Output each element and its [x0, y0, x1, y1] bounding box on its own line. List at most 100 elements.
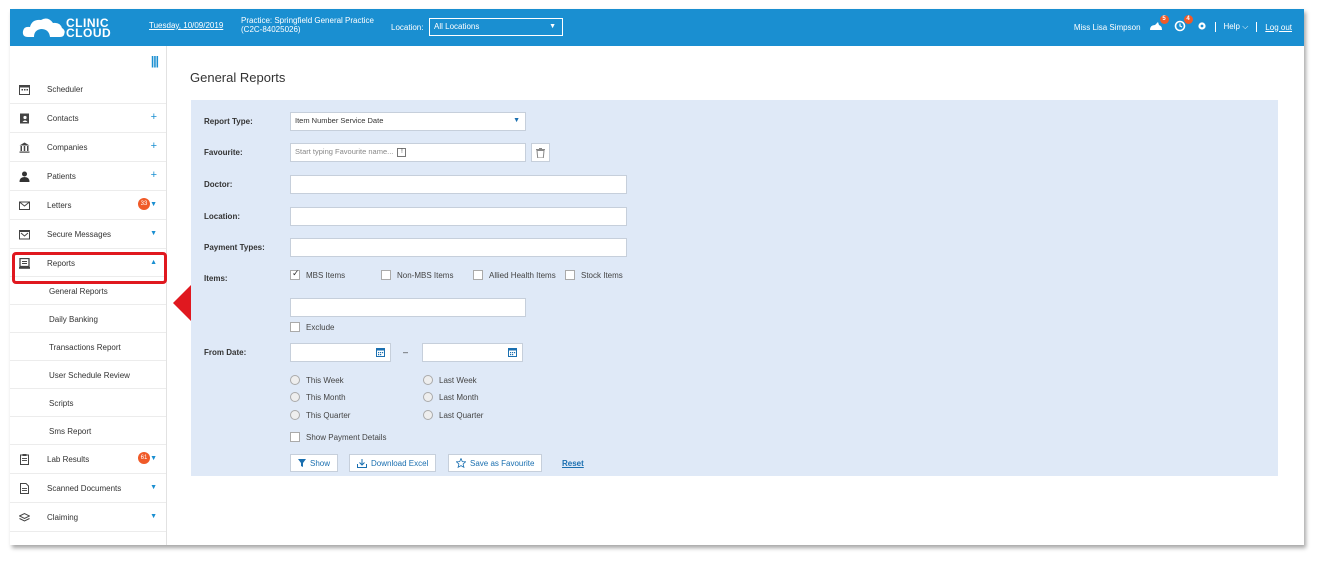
sidebar-item-label: Letters — [47, 201, 72, 210]
mbs-items-checkbox[interactable]: ✓ MBS Items — [290, 268, 346, 280]
doctor-label: Doctor: — [204, 180, 233, 189]
reset-link[interactable]: Reset — [562, 459, 584, 468]
caret-down-icon[interactable]: ▼ — [150, 455, 157, 462]
clipboard-icon — [20, 454, 29, 465]
show-payment-details-checkbox[interactable]: Show Payment Details — [290, 432, 386, 442]
save-as-favourite-button[interactable]: Save as Favourite — [448, 454, 543, 472]
add-company-plus-icon[interactable]: + — [151, 140, 157, 152]
current-date-link[interactable]: Tuesday, 10/09/2019 — [149, 21, 223, 30]
caret-down-icon[interactable]: ▼ — [150, 201, 157, 208]
mbs-items-label: MBS Items — [306, 270, 346, 280]
sidebar-subitem-daily-banking[interactable]: Daily Banking — [10, 305, 166, 333]
logout-link[interactable]: Log out — [1265, 23, 1292, 32]
last-week-label: Last Week — [439, 375, 477, 385]
payment-types-input[interactable] — [290, 238, 627, 257]
location-field-label: Location: — [204, 212, 240, 221]
sidebar-item-label: Patients — [47, 172, 76, 181]
divider — [1214, 22, 1216, 32]
this-week-radio[interactable]: This Week — [290, 375, 344, 385]
non-mbs-items-label: Non-MBS Items — [397, 270, 454, 280]
favourite-label: Favourite: — [204, 148, 243, 157]
sidebar-item-label: Claiming — [47, 513, 79, 522]
calendar-icon[interactable] — [508, 348, 517, 357]
last-month-radio[interactable]: Last Month — [423, 392, 479, 402]
trash-icon — [536, 147, 545, 158]
sidebar-item-label: Scanned Documents — [47, 484, 122, 493]
sidebar-subitem-transactions-report[interactable]: Transactions Report — [10, 333, 166, 361]
sidebar-item-patients[interactable]: Patients + — [10, 162, 166, 191]
report-type-select[interactable]: Item Number Service Date ▼ — [290, 112, 526, 131]
settings-gear-icon[interactable] — [1197, 21, 1207, 33]
favourite-placeholder: Start typing Favourite name... — [295, 147, 394, 156]
last-week-radio[interactable]: Last Week — [423, 375, 477, 385]
last-quarter-radio[interactable]: Last Quarter — [423, 410, 483, 420]
radio-icon — [290, 410, 300, 420]
subitem-label: Scripts — [49, 399, 74, 408]
sidebar-item-lab-results[interactable]: Lab Results 61 ▼ — [10, 445, 166, 474]
show-button-label: Show — [310, 458, 331, 468]
exclude-label: Exclude — [306, 322, 335, 332]
radio-icon — [290, 392, 300, 402]
location-input[interactable] — [290, 207, 627, 226]
report-type-label: Report Type: — [204, 117, 253, 126]
caret-down-icon: ▼ — [513, 117, 520, 124]
download-icon — [357, 458, 367, 468]
delete-favourite-button[interactable] — [531, 143, 550, 162]
sidebar-item-companies[interactable]: Companies + — [10, 133, 166, 162]
this-week-label: This Week — [306, 375, 344, 385]
sidebar-item-letters[interactable]: Letters 33 ▼ — [10, 191, 166, 220]
sidebar-subitem-user-schedule-review[interactable]: User Schedule Review — [10, 361, 166, 389]
notification-badge: 5 — [1159, 15, 1169, 24]
caret-down-icon[interactable]: ▼ — [150, 484, 157, 491]
sidebar-item-scanned-documents[interactable]: Scanned Documents ▼ — [10, 474, 166, 503]
doctor-input[interactable] — [290, 175, 627, 194]
caret-down-icon[interactable]: ▼ — [150, 230, 157, 237]
this-quarter-radio[interactable]: This Quarter — [290, 410, 350, 420]
sidebar-item-secure-messages[interactable]: Secure Messages ▼ — [10, 220, 166, 249]
user-name[interactable]: Miss Lisa Simpson — [1074, 23, 1141, 32]
caret-down-icon[interactable]: ▼ — [150, 513, 157, 520]
collapse-menu-icon[interactable]: ||| — [151, 54, 159, 68]
radio-icon — [423, 410, 433, 420]
practice-name: Practice: Springfield General Practice — [241, 16, 374, 25]
this-month-radio[interactable]: This Month — [290, 392, 346, 402]
add-contact-plus-icon[interactable]: + — [151, 111, 157, 123]
sidebar-subitem-scripts[interactable]: Scripts — [10, 389, 166, 417]
non-mbs-items-checkbox[interactable]: Non-MBS Items — [381, 270, 453, 280]
add-patient-plus-icon[interactable]: + — [151, 169, 157, 181]
calendar-icon[interactable] — [376, 348, 385, 357]
show-button[interactable]: Show — [290, 454, 339, 472]
location-select[interactable]: All Locations ▼ — [429, 18, 563, 36]
item-numbers-input[interactable] — [290, 298, 526, 317]
favourite-search-input[interactable]: Start typing Favourite name... ! — [290, 143, 526, 162]
clinic-cloud-logo[interactable]: CLINIC CLOUD — [22, 15, 130, 41]
items-label: Items: — [204, 274, 228, 283]
secure-envelope-icon — [19, 230, 30, 240]
sidebar-item-claiming[interactable]: Claiming ▼ — [10, 503, 166, 532]
checkbox-icon — [290, 432, 300, 442]
practice-info: Practice: Springfield General Practice (… — [241, 16, 374, 34]
checkbox-icon — [473, 270, 483, 280]
download-excel-button[interactable]: Download Excel — [349, 454, 437, 472]
radio-icon — [290, 375, 300, 385]
from-date-input[interactable] — [290, 343, 391, 362]
help-menu[interactable]: Help ⌵ — [1224, 22, 1249, 32]
allied-health-items-checkbox[interactable]: Allied Health Items — [473, 270, 556, 280]
sidebar-item-scheduler[interactable]: Scheduler — [10, 75, 166, 104]
caret-down-icon: ▼ — [549, 23, 556, 30]
payment-types-label: Payment Types: — [204, 243, 265, 252]
download-excel-label: Download Excel — [371, 458, 429, 468]
reminders-icon[interactable]: 4 — [1173, 15, 1193, 34]
help-label: Help — [1223, 22, 1240, 31]
reports-highlight-box — [12, 252, 167, 284]
notifications-icon[interactable]: 5 — [1149, 15, 1169, 34]
envelope-icon — [19, 201, 30, 210]
star-icon — [456, 458, 466, 468]
exclude-checkbox[interactable]: Exclude — [290, 322, 334, 332]
to-date-input[interactable] — [422, 343, 523, 362]
sidebar-subitem-sms-report[interactable]: Sms Report — [10, 417, 166, 445]
layers-icon — [19, 512, 30, 522]
stock-items-checkbox[interactable]: Stock Items — [565, 270, 623, 280]
report-form-panel: Report Type: Item Number Service Date ▼ … — [191, 100, 1278, 476]
sidebar-item-contacts[interactable]: Contacts + — [10, 104, 166, 133]
